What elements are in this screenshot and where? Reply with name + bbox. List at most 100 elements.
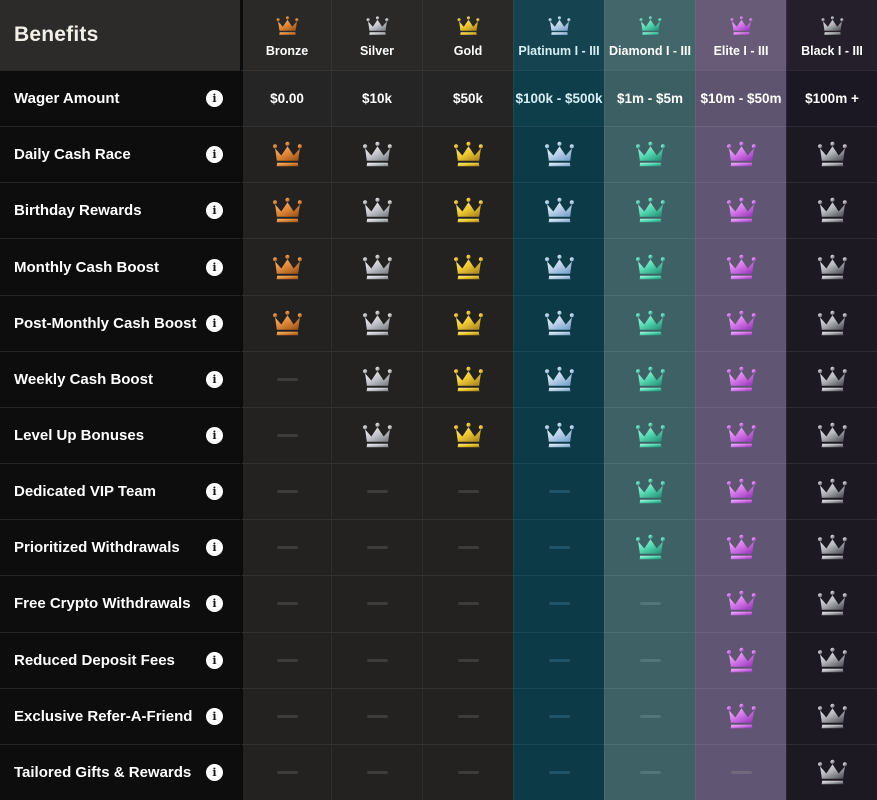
dash-icon [277, 771, 298, 774]
tier-label: Silver [360, 44, 394, 58]
dash-icon [277, 490, 298, 493]
benefit-cell [331, 126, 422, 182]
benefit-cell [786, 632, 877, 688]
info-icon[interactable]: i [206, 259, 223, 276]
crown-icon [816, 365, 849, 394]
benefit-cell [786, 407, 877, 463]
dash-icon [731, 771, 752, 774]
benefit-cell [422, 688, 513, 744]
crown-icon [725, 309, 758, 338]
benefit-label: Prioritized Withdrawals [14, 539, 180, 556]
crown-icon [816, 253, 849, 282]
dash-icon [367, 715, 388, 718]
crown-icon [361, 196, 394, 225]
info-icon[interactable]: i [206, 202, 223, 219]
benefit-label: Weekly Cash Boost [14, 371, 153, 388]
benefit-cell [786, 238, 877, 294]
crown-icon [725, 140, 758, 169]
info-icon[interactable]: i [206, 652, 223, 669]
row-header-post-monthly-cash-boost: Post-Monthly Cash Boosti [0, 295, 240, 351]
dash-icon [367, 659, 388, 662]
benefit-label: Level Up Bonuses [14, 427, 144, 444]
crown-icon [543, 309, 576, 338]
crown-icon [725, 646, 758, 675]
benefit-cell [331, 238, 422, 294]
info-icon[interactable]: i [206, 146, 223, 163]
benefit-cell [695, 182, 786, 238]
benefit-cell [513, 126, 604, 182]
dash-icon [277, 434, 298, 437]
benefit-cell [513, 744, 604, 800]
row-header-free-crypto-withdrawals: Free Crypto Withdrawals i [0, 575, 240, 631]
crown-icon [271, 253, 304, 282]
info-icon[interactable]: i [206, 483, 223, 500]
crown-icon [271, 196, 304, 225]
info-icon[interactable]: i [206, 708, 223, 725]
row-header-tailored-gifts-rewards: Tailored Gifts & Rewardsi [0, 744, 240, 800]
benefit-cell [695, 688, 786, 744]
dash-icon [549, 771, 570, 774]
benefit-cell [604, 238, 695, 294]
crown-icon [816, 421, 849, 450]
benefit-cell [422, 126, 513, 182]
tier-header-bronze: Bronze [240, 0, 331, 70]
crown-icon [725, 196, 758, 225]
info-icon[interactable]: i [206, 539, 223, 556]
benefit-cell [786, 351, 877, 407]
crown-icon [725, 589, 758, 618]
info-icon[interactable]: i [206, 595, 223, 612]
crown-icon [361, 140, 394, 169]
dash-icon [367, 771, 388, 774]
benefit-cell [513, 295, 604, 351]
dash-icon [277, 715, 298, 718]
crown-icon [361, 421, 394, 450]
benefit-cell [331, 744, 422, 800]
dash-icon [458, 659, 479, 662]
info-icon[interactable]: i [206, 427, 223, 444]
info-icon[interactable]: i [206, 371, 223, 388]
info-icon[interactable]: i [206, 764, 223, 781]
crown-icon [547, 15, 572, 37]
crown-icon [361, 253, 394, 282]
wager-value: $50k [453, 91, 483, 106]
crown-icon [452, 309, 485, 338]
dash-icon [367, 602, 388, 605]
row-header-wager-amount: Wager Amounti [0, 70, 240, 126]
dash-icon [277, 659, 298, 662]
benefit-cell [240, 632, 331, 688]
crown-icon [634, 365, 667, 394]
benefit-cell [695, 351, 786, 407]
crown-icon [725, 477, 758, 506]
row-header-exclusive-refer-a-friend: Exclusive Refer-A-Friend i [0, 688, 240, 744]
benefit-label: Reduced Deposit Fees [14, 652, 175, 669]
benefit-cell [422, 238, 513, 294]
dash-icon [367, 546, 388, 549]
benefit-cell [695, 407, 786, 463]
crown-icon [275, 15, 300, 37]
info-icon[interactable]: i [206, 315, 223, 332]
dash-icon [367, 490, 388, 493]
crown-icon [452, 365, 485, 394]
crown-icon [271, 309, 304, 338]
benefit-cell [240, 575, 331, 631]
crown-icon [634, 140, 667, 169]
row-header-daily-cash-race: Daily Cash Racei [0, 126, 240, 182]
wager-cell: $50k [422, 70, 513, 126]
dash-icon [640, 715, 661, 718]
benefit-label: Free Crypto Withdrawals [14, 595, 191, 612]
crown-icon [816, 758, 849, 787]
dash-icon [277, 602, 298, 605]
row-header-prioritized-withdrawals: Prioritized Withdrawals i [0, 519, 240, 575]
benefit-label: Exclusive Refer-A-Friend [14, 708, 192, 725]
crown-icon [816, 646, 849, 675]
crown-icon [452, 421, 485, 450]
benefit-cell [422, 351, 513, 407]
info-icon[interactable]: i [206, 90, 223, 107]
benefit-cell [695, 519, 786, 575]
crown-icon [452, 253, 485, 282]
benefit-cell [513, 238, 604, 294]
benefit-cell [513, 463, 604, 519]
crown-icon [816, 309, 849, 338]
wager-cell: $10m - $50m [695, 70, 786, 126]
benefit-cell [331, 632, 422, 688]
